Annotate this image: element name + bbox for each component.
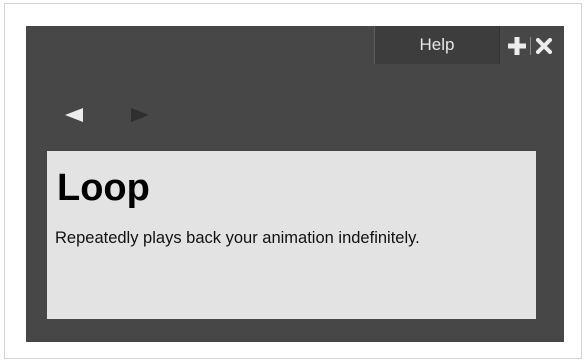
help-content: Loop Repeatedly plays back your animatio… xyxy=(47,151,536,319)
tab-help[interactable]: Help xyxy=(374,26,500,64)
back-button[interactable] xyxy=(62,104,86,126)
help-panel: Help Loop Repeatedly plays back your ani… xyxy=(26,26,564,342)
forward-button[interactable] xyxy=(128,104,152,126)
close-icon[interactable] xyxy=(534,35,554,57)
help-title: Loop xyxy=(57,167,150,209)
triangle-left-icon xyxy=(65,108,83,122)
help-description: Repeatedly plays back your animation ind… xyxy=(55,229,420,247)
plus-icon[interactable] xyxy=(507,35,527,57)
tab-help-label: Help xyxy=(419,35,455,54)
panel-controls xyxy=(507,34,554,58)
help-navigation xyxy=(62,104,152,126)
controls-divider xyxy=(530,37,531,55)
triangle-right-icon xyxy=(131,108,149,122)
